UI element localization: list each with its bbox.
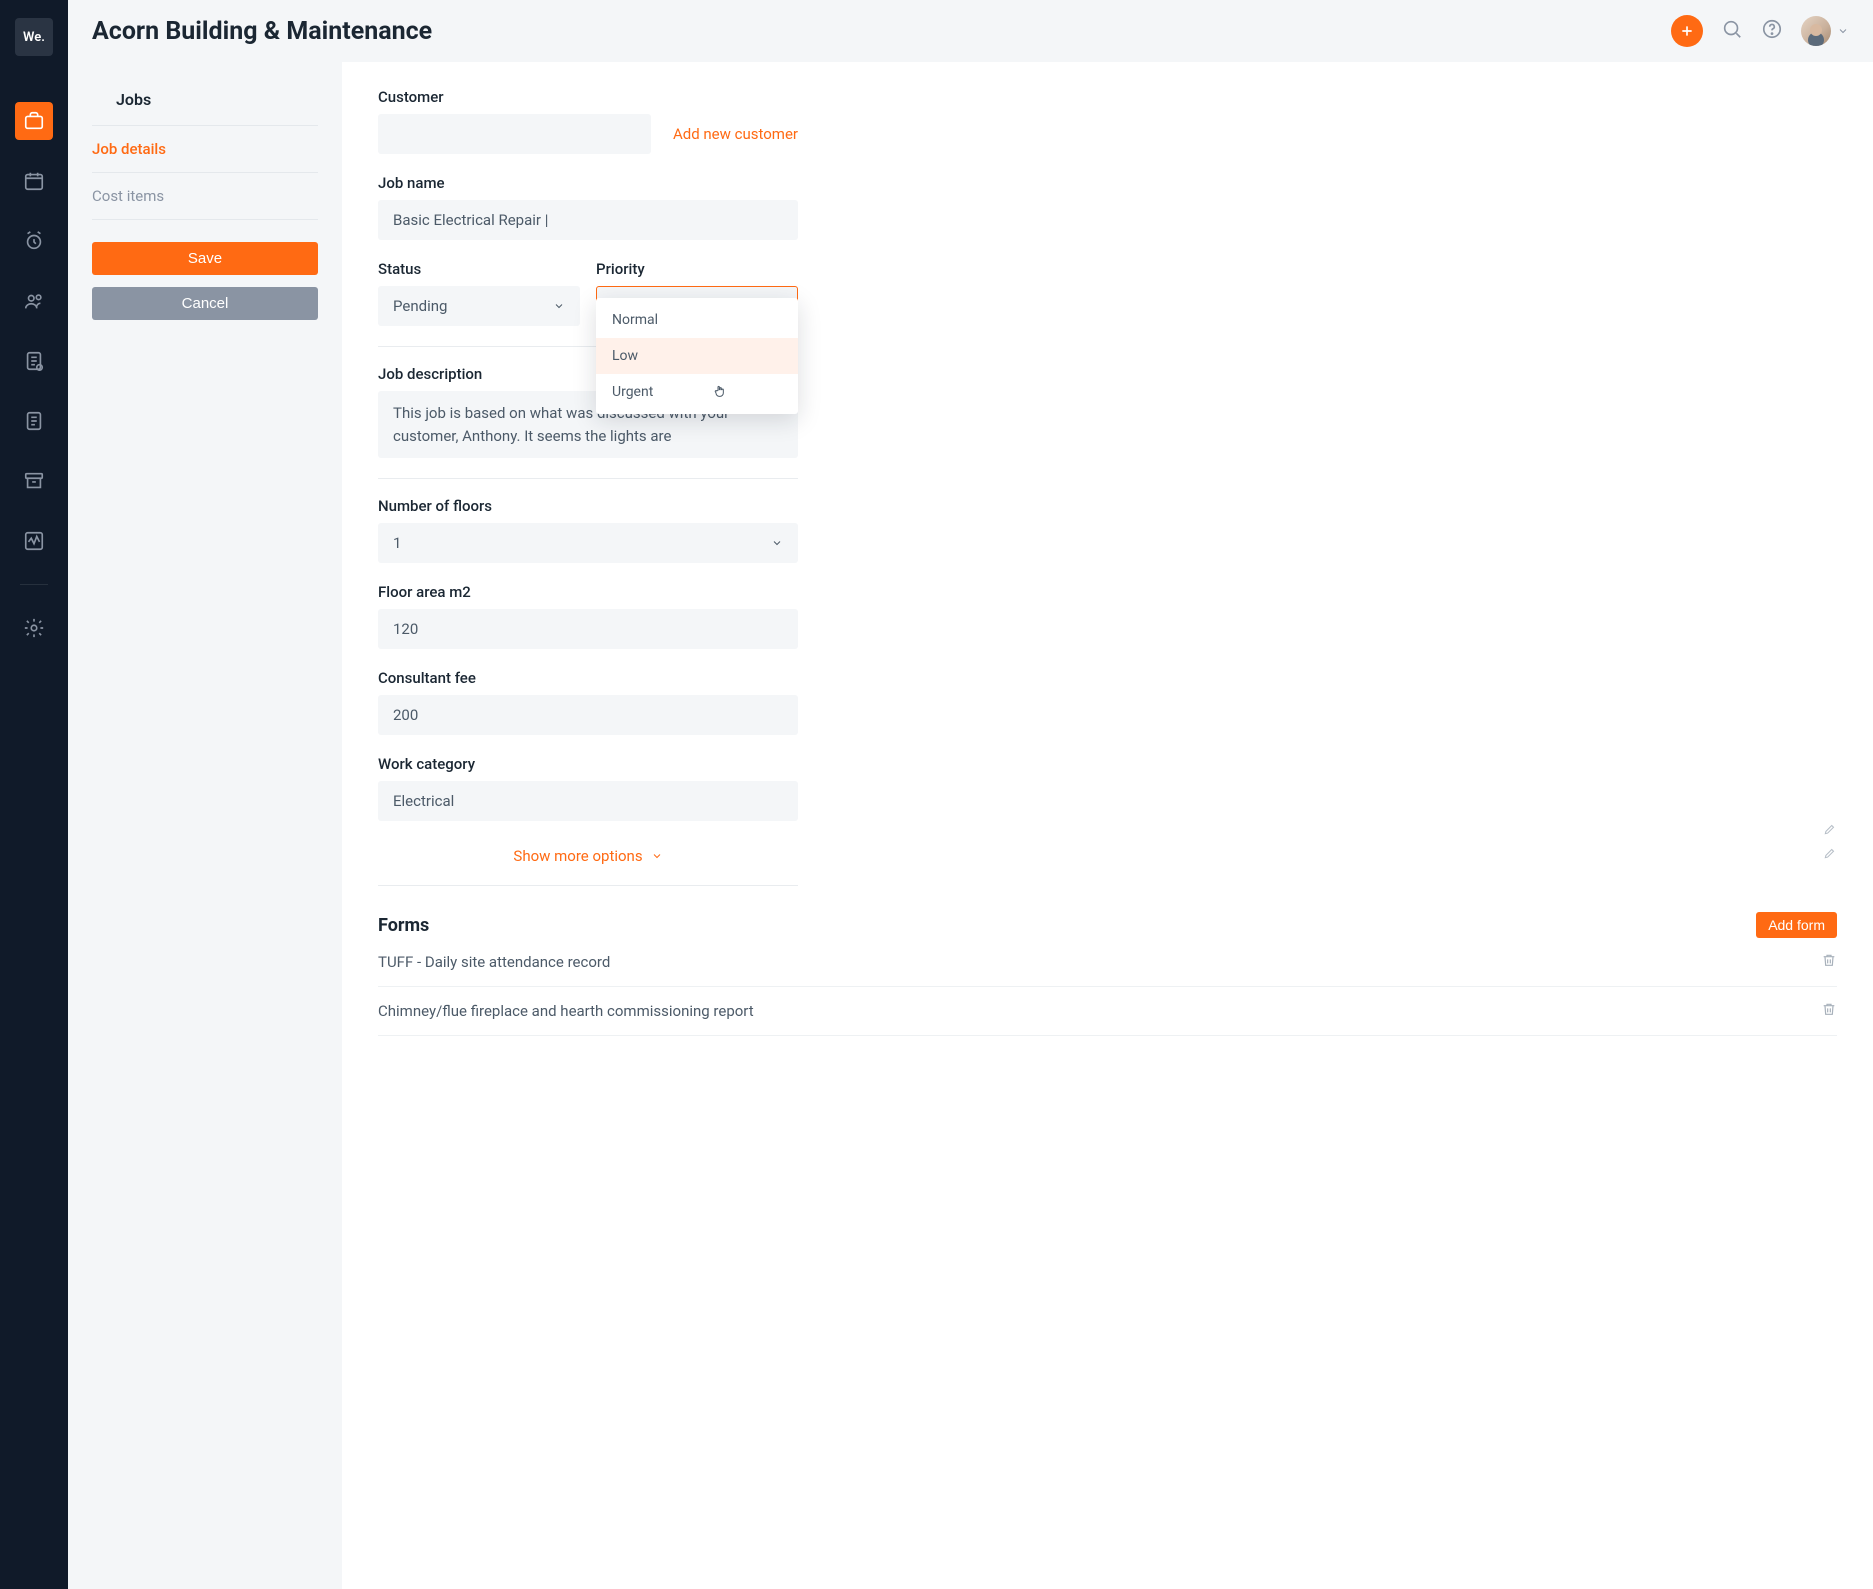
- priority-option-urgent[interactable]: Urgent: [596, 374, 798, 410]
- form-item-label: TUFF - Daily site attendance record: [378, 953, 610, 971]
- nav-jobs-icon[interactable]: [15, 102, 53, 140]
- form-item-label: Chimney/flue fireplace and hearth commis…: [378, 1002, 754, 1020]
- app-logo[interactable]: We.: [15, 18, 53, 56]
- floors-select[interactable]: 1: [378, 523, 798, 563]
- trash-icon[interactable]: [1821, 1001, 1837, 1021]
- topbar: Acorn Building & Maintenance: [68, 0, 1873, 62]
- form-row[interactable]: TUFF - Daily site attendance record: [378, 938, 1837, 987]
- page-title: Acorn Building & Maintenance: [92, 17, 1671, 46]
- customer-label: Customer: [378, 88, 798, 106]
- nav-settings-icon[interactable]: [15, 609, 53, 647]
- save-button[interactable]: Save: [92, 242, 318, 275]
- priority-dropdown: Normal Low Urgent: [596, 298, 798, 414]
- floors-value: 1: [393, 534, 401, 552]
- nav-notes-icon[interactable]: [15, 402, 53, 440]
- job-name-input[interactable]: Basic Electrical Repair |: [378, 200, 798, 240]
- sidepanel-heading: Jobs: [92, 82, 318, 126]
- nav-archive-icon[interactable]: [15, 462, 53, 500]
- add-button[interactable]: [1671, 15, 1703, 47]
- chevron-down-icon: [771, 537, 783, 549]
- nav-customers-icon[interactable]: [15, 282, 53, 320]
- search-icon[interactable]: [1721, 18, 1743, 44]
- iconbar-divider: [20, 584, 48, 585]
- area-input[interactable]: 120: [378, 609, 798, 649]
- tab-job-details[interactable]: Job details: [92, 126, 318, 173]
- chevron-down-icon: [553, 300, 565, 312]
- chevron-down-icon: [1837, 25, 1849, 37]
- nav-alarm-icon[interactable]: [15, 222, 53, 260]
- edit-icons: [1823, 822, 1837, 864]
- category-label: Work category: [378, 755, 798, 773]
- status-select[interactable]: Pending: [378, 286, 580, 326]
- priority-option-normal[interactable]: Normal: [596, 302, 798, 338]
- job-name-value: Basic Electrical Repair |: [393, 211, 548, 229]
- sidepanel: Jobs Job details Cost items Save Cancel: [68, 62, 342, 1589]
- floors-label: Number of floors: [378, 497, 798, 515]
- add-customer-link[interactable]: Add new customer: [673, 125, 798, 143]
- priority-label: Priority: [596, 260, 798, 278]
- area-label: Floor area m2: [378, 583, 798, 601]
- tab-cost-items[interactable]: Cost items: [92, 173, 318, 220]
- help-icon[interactable]: [1761, 18, 1783, 44]
- iconbar: We.: [0, 0, 68, 1589]
- fee-value: 200: [393, 706, 418, 724]
- nav-calendar-icon[interactable]: [15, 162, 53, 200]
- status-label: Status: [378, 260, 580, 278]
- nav-activity-icon[interactable]: [15, 522, 53, 560]
- content: Customer Add new customer Job name Basic…: [342, 62, 1873, 1589]
- trash-icon[interactable]: [1821, 952, 1837, 972]
- show-more-link[interactable]: Show more options: [378, 841, 798, 867]
- fee-input[interactable]: 200: [378, 695, 798, 735]
- category-input[interactable]: Electrical: [378, 781, 798, 821]
- job-name-label: Job name: [378, 174, 798, 192]
- avatar: [1801, 16, 1831, 46]
- form-row[interactable]: Chimney/flue fireplace and hearth commis…: [378, 987, 1837, 1036]
- fee-label: Consultant fee: [378, 669, 798, 687]
- chevron-down-icon: [651, 850, 663, 862]
- add-form-button[interactable]: Add form: [1756, 912, 1837, 938]
- nav-invoice-icon[interactable]: [15, 342, 53, 380]
- category-value: Electrical: [393, 792, 454, 810]
- pencil-icon[interactable]: [1823, 822, 1837, 840]
- pencil-icon[interactable]: [1823, 846, 1837, 864]
- area-value: 120: [393, 620, 418, 638]
- show-more-label: Show more options: [513, 847, 642, 865]
- user-menu[interactable]: [1801, 16, 1849, 46]
- status-value: Pending: [393, 297, 447, 315]
- cancel-button[interactable]: Cancel: [92, 287, 318, 320]
- priority-option-low[interactable]: Low: [596, 338, 798, 374]
- customer-input[interactable]: [378, 114, 651, 154]
- forms-heading: Forms: [378, 915, 429, 936]
